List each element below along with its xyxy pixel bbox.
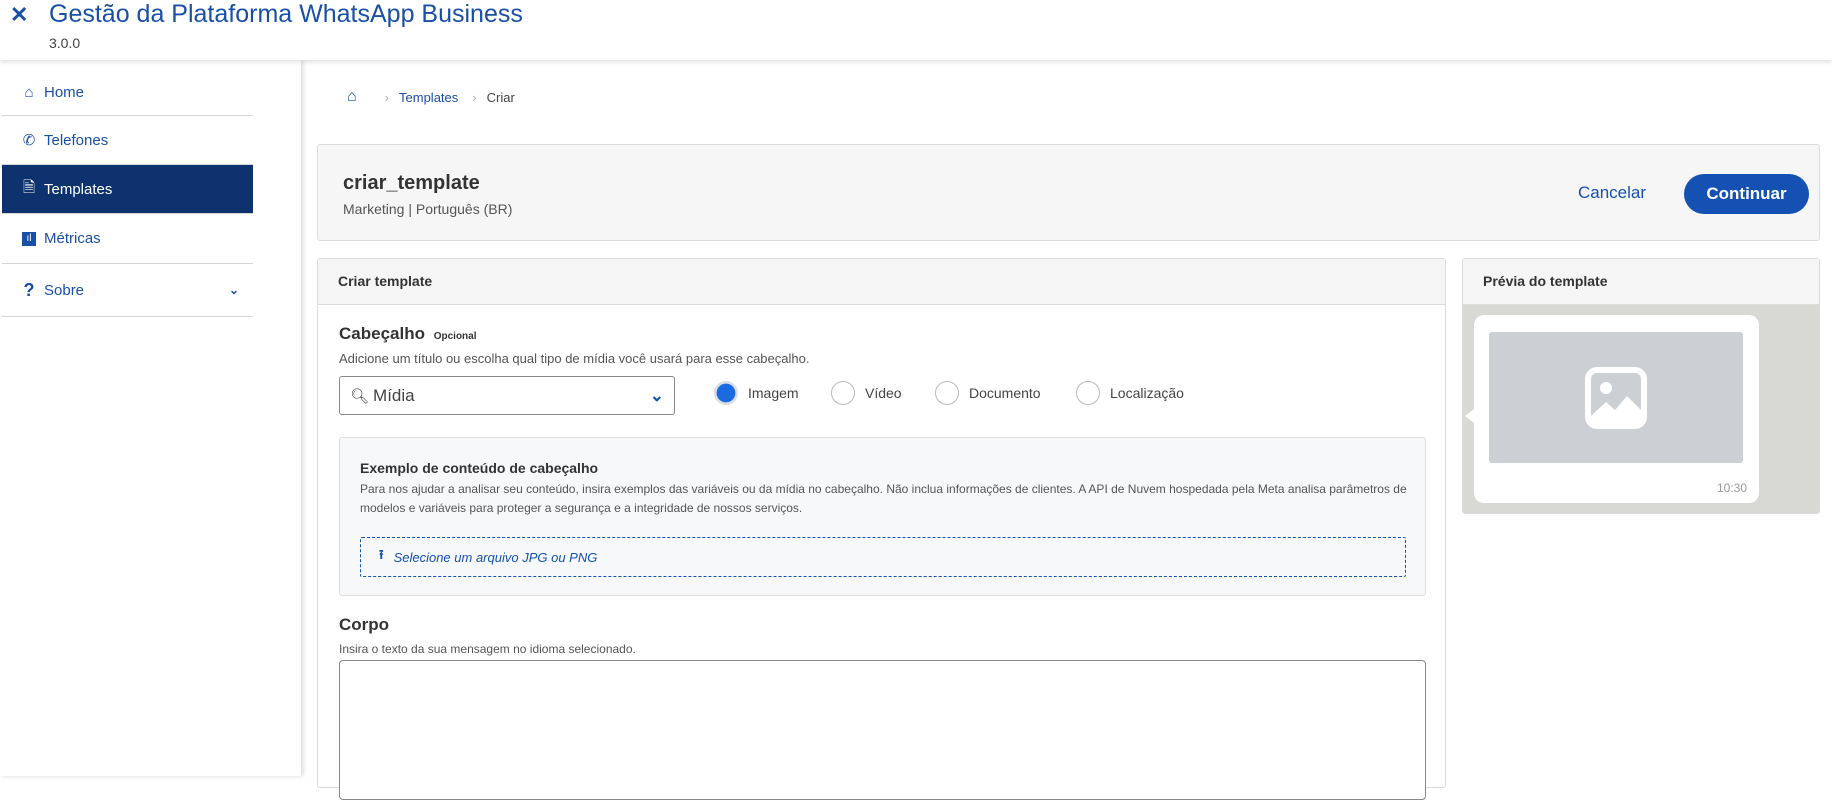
chevron-right-icon: › [472,89,477,105]
template-name: criar_template [343,172,480,194]
search-icon: 🔍︎ [350,387,370,405]
image-icon [1585,366,1647,429]
app-title: Gestão da Plataforma WhatsApp Business [49,0,523,28]
radio-imagem[interactable]: Imagem [714,381,799,405]
sidebar-item-home[interactable]: ⌂ Home [2,70,253,116]
template-meta: Marketing | Português (BR) [343,201,513,217]
chevron-right-icon: › [384,89,390,105]
radio-video[interactable]: Vídeo [831,381,902,405]
select-value: Mídia [373,385,415,405]
breadcrumb-templates[interactable]: Templates [399,90,458,105]
optional-badge: Opcional [433,331,477,342]
template-summary-card: criar_template Marketing | Português (BR… [317,144,1820,241]
message-bubble: 10:30 [1465,315,1759,503]
cancel-button[interactable]: Cancelar [1578,183,1646,203]
breadcrumb-criar: Criar [486,89,515,105]
app-header: ✕ Gestão da Plataforma WhatsApp Business… [0,0,1832,60]
sidebar-item-telefones[interactable]: ✆ Telefones [2,116,253,165]
chart-icon: ıl [22,231,36,246]
upload-label: Selecione um arquivo JPG ou PNG [393,549,598,565]
header-type-select[interactable]: 🔍︎ Mídia ⌄ [339,376,675,415]
body-textarea[interactable] [339,660,1426,800]
upload-file-button[interactable]: ⭱ Selecione um arquivo JPG ou PNG [360,537,1406,577]
sidebar-item-metricas[interactable]: ıl Métricas [2,214,253,264]
message-time: 10:30 [1716,481,1747,495]
radio-label: Imagem [748,385,799,401]
header-example-box: Exemplo de conteúdo de cabeçalho Para no… [339,437,1426,596]
radio-documento[interactable]: Documento [935,381,1041,405]
phone-icon: ✆ [22,132,36,149]
bubble-tail [1465,409,1474,423]
template-preview-card: Prévia do template 10:30 [1462,258,1820,514]
sidebar-item-label: Métricas [44,230,101,247]
home-icon[interactable]: ⌂ [347,88,357,106]
continue-button[interactable]: Continuar [1684,174,1809,214]
sidebar-item-label: Templates [44,180,113,198]
sidebar-item-label: Sobre [44,281,85,299]
sidebar-item-templates[interactable]: 🗎 Templates [2,165,253,214]
example-desc: Para nos ajudar a analisar seu conteúdo,… [360,482,1407,515]
radio-unchecked-icon [831,381,855,405]
body-section-desc: Insira o texto da sua mensagem no idioma… [339,642,636,656]
card-title: Criar template [318,259,1445,305]
home-icon: ⌂ [24,84,34,101]
header-section-desc: Adicione um título ou escolha qual tipo … [339,351,810,366]
image-placeholder [1489,332,1743,463]
chevron-down-icon: ⌄ [649,385,664,405]
example-title: Exemplo de conteúdo de cabeçalho [360,460,599,476]
file-code-icon: 🗎 [22,178,36,196]
radio-checked-icon [714,381,738,405]
sidebar: ⌂ Home ✆ Telefones 🗎 Templates ıl Métricas ?… [0,60,301,776]
radio-localizacao[interactable]: Localização [1076,381,1184,405]
radio-label: Vídeo [865,385,902,401]
sidebar-item-sobre[interactable]: ? Sobre ⌄ [2,264,253,317]
upload-icon: ⭱ [379,547,384,562]
app-version: 3.0.0 [49,35,81,51]
question-icon: ? [23,279,35,300]
body-section-label: Corpo [339,615,390,634]
radio-label: Localização [1110,385,1184,401]
radio-unchecked-icon [935,381,959,405]
chevron-down-icon: ⌄ [228,283,239,297]
preview-title: Prévia do template [1463,259,1819,305]
header-section-label: Cabeçalho Opcional [339,324,477,343]
radio-label: Documento [969,385,1041,401]
breadcrumb: ⌂ › Templates › Criar [347,88,515,106]
sidebar-item-label: Home [44,84,85,101]
sidebar-item-label: Telefones [44,131,109,149]
close-icon[interactable]: ✕ [10,2,28,28]
radio-unchecked-icon [1076,381,1100,405]
create-template-card: Criar template Cabeçalho Opcional Adicio… [317,258,1446,800]
